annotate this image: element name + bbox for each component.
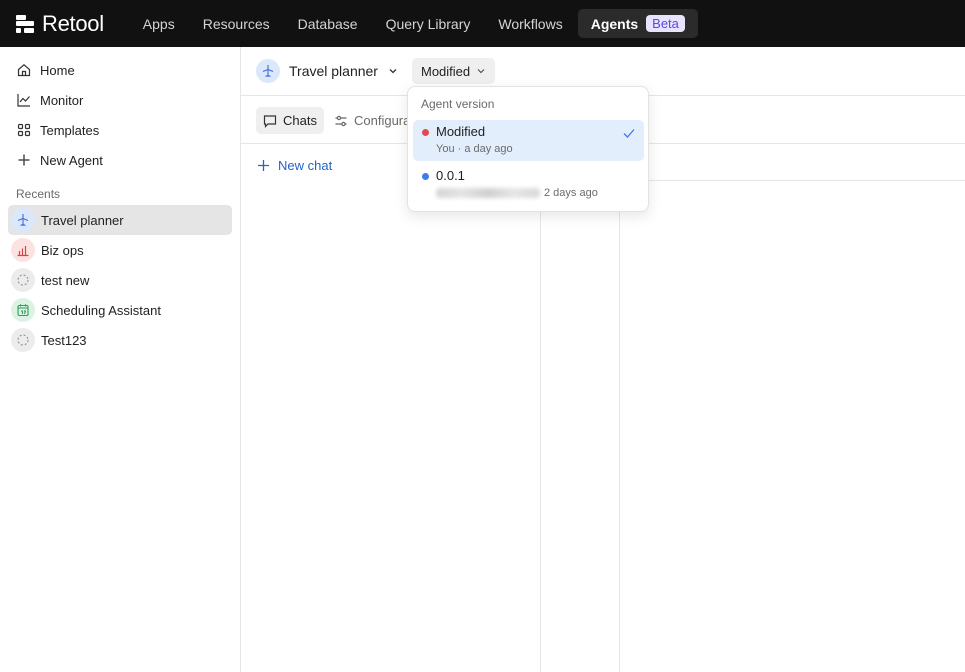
version-selector-button[interactable]: Modified <box>411 58 496 84</box>
sidebar: Home Monitor Templates New Agent Recents… <box>0 47 241 672</box>
airplane-icon <box>256 59 280 83</box>
version-option-subtitle: 2 days ago <box>544 187 598 199</box>
middle-column <box>541 144 620 672</box>
version-selector-label: Modified <box>420 63 471 79</box>
nav-apps[interactable]: Apps <box>130 10 188 38</box>
plus-icon <box>16 152 32 168</box>
chevron-down-icon <box>477 69 485 74</box>
sidebar-item-label: Templates <box>40 122 100 138</box>
airplane-icon <box>11 208 35 232</box>
chevron-down-icon[interactable] <box>388 66 398 76</box>
nav-workflows[interactable]: Workflows <box>485 10 575 38</box>
recent-item-label: test new <box>41 272 90 288</box>
recents-heading: Recents <box>16 187 61 201</box>
sidebar-item-label: Home <box>40 62 75 78</box>
plus-icon <box>258 160 269 171</box>
retool-logo[interactable]: Retool <box>16 11 104 37</box>
checkmark-icon <box>622 126 636 145</box>
right-panel-header <box>620 144 965 181</box>
recent-item-label: Travel planner <box>41 212 124 228</box>
recent-item-label: Scheduling Assistant <box>41 302 161 318</box>
calendar-icon <box>11 298 35 322</box>
new-chat-label: New chat <box>278 158 333 173</box>
sidebar-item-home[interactable]: Home <box>0 55 240 85</box>
chat-list-panel: New chat <box>241 144 541 672</box>
top-navigation-bar: Retool Apps Resources Database Query Lib… <box>0 0 965 47</box>
sidebar-item-templates[interactable]: Templates <box>0 115 240 145</box>
recent-item-biz-ops[interactable]: Biz ops <box>8 235 232 265</box>
recent-item-travel-planner[interactable]: Travel planner <box>8 205 232 235</box>
sidebar-item-new-agent[interactable]: New Agent <box>0 145 240 175</box>
nav-database[interactable]: Database <box>285 10 371 38</box>
version-option-subtitle: You · a day ago <box>436 143 513 155</box>
version-option-0-0-1[interactable]: 0.0.1 2 days ago <box>413 164 644 205</box>
sidebar-item-label: Monitor <box>40 92 84 108</box>
version-option-modified[interactable]: Modified You · a day ago <box>413 120 644 161</box>
agent-version-dropdown: Agent version Modified You · a day ago 0… <box>407 86 649 212</box>
recent-item-scheduling-assistant[interactable]: Scheduling Assistant <box>8 295 232 325</box>
dashed-circle-icon <box>11 268 35 292</box>
home-icon <box>16 62 32 78</box>
tab-chats-label: Chats <box>283 113 317 128</box>
recent-item-test-new[interactable]: test new <box>8 265 232 295</box>
dashed-circle-icon <box>11 328 35 352</box>
recent-item-label: Biz ops <box>41 242 84 258</box>
version-option-title: 0.0.1 <box>436 168 465 183</box>
sidebar-item-monitor[interactable]: Monitor <box>0 85 240 115</box>
tab-configuration-label: Configura <box>354 113 411 128</box>
chat-bubble-icon <box>263 114 277 128</box>
nav-agents-label: Agents <box>590 15 639 32</box>
status-dot-blue <box>422 173 429 180</box>
tab-configuration[interactable]: Configura <box>327 107 417 134</box>
redacted-author <box>436 188 540 198</box>
sidebar-item-label: New Agent <box>40 152 103 168</box>
grid-icon <box>16 122 32 138</box>
retool-logo-icon <box>16 14 34 33</box>
tab-chats[interactable]: Chats <box>256 107 324 134</box>
bar-chart-icon <box>11 238 35 262</box>
agent-name[interactable]: Travel planner <box>289 63 378 79</box>
sliders-icon <box>335 115 347 126</box>
status-dot-red <box>422 129 429 136</box>
recent-item-test123[interactable]: Test123 <box>8 325 232 355</box>
chart-line-icon <box>16 92 32 108</box>
logo-text: Retool <box>42 10 104 36</box>
nav-agents[interactable]: Agents Beta <box>577 9 698 38</box>
dropdown-heading: Agent version <box>421 97 495 111</box>
nav-query-library[interactable]: Query Library <box>373 10 484 38</box>
version-option-title: Modified <box>436 124 486 139</box>
recent-item-label: Test123 <box>41 332 87 348</box>
new-chat-button[interactable]: New chat <box>257 158 332 173</box>
beta-badge: Beta <box>646 15 685 32</box>
nav-resources[interactable]: Resources <box>190 10 283 38</box>
